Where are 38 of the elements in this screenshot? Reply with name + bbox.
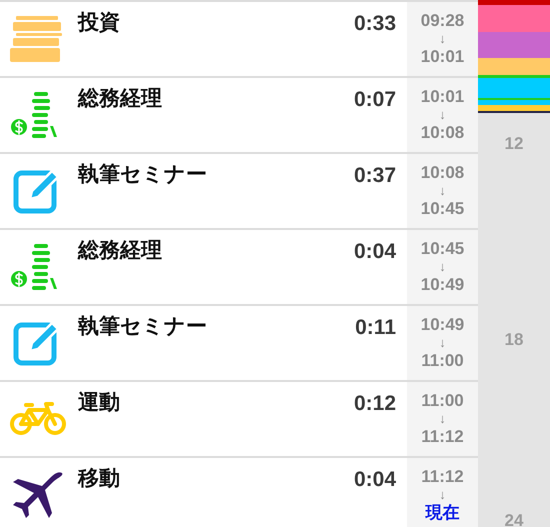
- down-arrow-icon: ↓: [439, 336, 446, 350]
- down-arrow-icon: ↓: [439, 260, 446, 274]
- duration: 0:07: [354, 88, 396, 112]
- duration: 0:04: [354, 468, 396, 492]
- end-time: 11:00: [421, 350, 464, 372]
- duration: 0:12: [354, 392, 396, 416]
- activity-name: 運動: [78, 390, 120, 416]
- duration: 0:37: [354, 164, 396, 188]
- start-time: 11:12: [421, 466, 464, 488]
- end-time: 10:49: [420, 274, 464, 296]
- duration: 0:11: [355, 316, 396, 340]
- activity-name: 総務経理: [78, 238, 162, 264]
- duration: 0:33: [354, 12, 396, 36]
- start-time: 10:45: [420, 238, 464, 260]
- activity-name: 総務経理: [78, 86, 162, 112]
- start-time: 10:49: [420, 314, 464, 336]
- down-arrow-icon: ↓: [439, 184, 446, 198]
- start-time: 10:08: [420, 162, 464, 184]
- start-time: 09:28: [420, 10, 464, 32]
- start-time: 10:01: [420, 86, 464, 108]
- activity-name: 投資: [78, 10, 120, 36]
- duration: 0:04: [354, 240, 396, 264]
- activity-name: 移動: [78, 466, 120, 492]
- end-time: 現在: [426, 502, 460, 524]
- hour-label: 18: [504, 330, 524, 350]
- down-arrow-icon: ↓: [439, 108, 446, 122]
- end-time: 10:45: [420, 198, 464, 220]
- start-time: 11:00: [421, 390, 464, 412]
- end-time: 11:12: [421, 426, 464, 448]
- down-arrow-icon: ↓: [439, 32, 446, 46]
- down-arrow-icon: ↓: [439, 412, 446, 426]
- activity-name: 執筆セミナー: [78, 162, 207, 188]
- hour-label: 24: [504, 511, 524, 527]
- activity-name: 執筆セミナー: [78, 314, 207, 340]
- down-arrow-icon: ↓: [439, 488, 446, 502]
- end-time: 10:01: [420, 46, 464, 68]
- hour-label: 12: [504, 134, 524, 154]
- end-time: 10:08: [420, 122, 464, 144]
